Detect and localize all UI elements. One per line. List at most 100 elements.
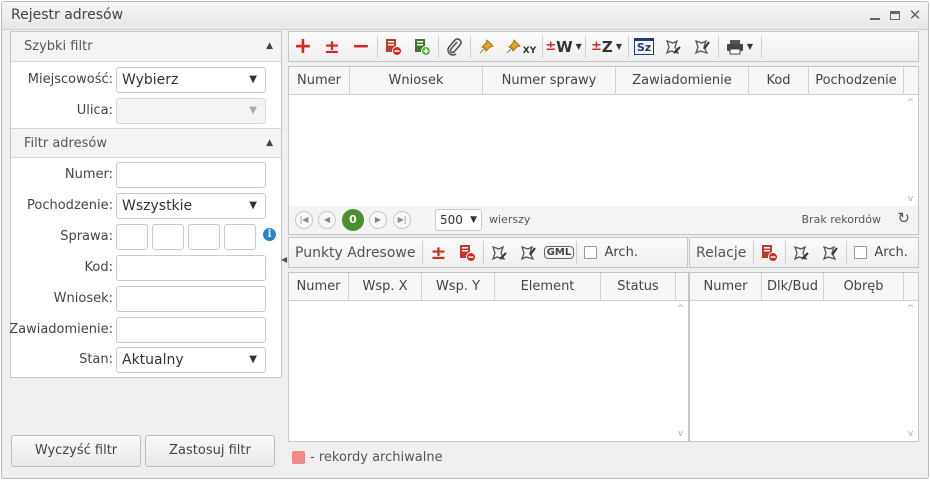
points-toolbar: Punkty Adresowe ± GML Arch. [288, 237, 688, 268]
scrollbar[interactable]: ^ v [903, 96, 918, 206]
delete-record-icon[interactable] [379, 32, 408, 61]
refresh-icon[interactable]: ↻ [897, 209, 910, 227]
scroll-down-icon[interactable]: v [903, 429, 918, 439]
points-grid-header: Numer Wsp. X Wsp. Y Element Status [289, 273, 688, 301]
case-part-4-input[interactable] [224, 224, 256, 250]
pin-xy-icon[interactable]: XY [501, 32, 541, 61]
sz-icon[interactable]: Sz [630, 32, 659, 61]
column-header[interactable]: Dlk/Bud [762, 273, 824, 300]
add-remove-icon[interactable]: ± [318, 32, 347, 61]
scroll-up-icon[interactable]: ^ [903, 98, 918, 108]
title-bar: Rejestr adresów ✕ [2, 2, 928, 30]
application-row: Wniosek: [11, 286, 281, 312]
city-select[interactable]: Wybierz ▼ [116, 67, 266, 93]
apply-filter-button[interactable]: Zastosuj filtr [145, 435, 275, 467]
prev-page-icon[interactable]: ◀ [318, 211, 336, 229]
column-header[interactable]: Pochodzenie [809, 67, 904, 94]
sort-z-label: Z [601, 37, 613, 56]
column-header[interactable]: Kod [749, 67, 809, 94]
scrollbar[interactable]: ^ v [903, 302, 918, 441]
scroll-up-icon[interactable]: ^ [903, 304, 918, 314]
sort-z-icon[interactable]: ± Z ▼ [587, 32, 627, 61]
gml-icon[interactable]: GML [543, 238, 575, 267]
column-header[interactable]: Status [601, 273, 676, 300]
number-input[interactable] [116, 162, 266, 188]
info-icon[interactable]: i [263, 228, 276, 241]
scroll-down-icon[interactable]: v [673, 429, 688, 439]
code-row: Kod: [11, 255, 281, 281]
quick-filter-header[interactable]: Szybki filtr ▲ [11, 32, 281, 62]
page-size-select[interactable]: 500 ▼ [435, 209, 482, 231]
scroll-down-icon[interactable]: v [903, 194, 918, 204]
case-row: Sprawa: i [11, 224, 281, 250]
add-record-icon[interactable] [408, 32, 437, 61]
state-value: Aktualny [122, 352, 184, 368]
pin-icon[interactable] [472, 32, 501, 61]
column-header[interactable]: Wsp. X [349, 273, 422, 300]
case-part-2-input[interactable] [152, 224, 184, 250]
scrollbar[interactable]: ^ v [673, 302, 688, 441]
collapse-up-icon[interactable]: ▲ [266, 32, 273, 61]
collapse-left-icon[interactable]: ◀ [281, 255, 287, 264]
column-header[interactable]: Zawiadomienie [616, 67, 749, 94]
last-page-icon[interactable]: ▶| [393, 211, 411, 229]
sort-w-icon[interactable]: ± W ▼ [544, 32, 584, 61]
chevron-down-icon: ▼ [249, 105, 257, 116]
case-part-1-input[interactable] [116, 224, 148, 250]
street-select[interactable]: ▼ [116, 98, 266, 124]
relations-archive-checkbox[interactable]: Arch. [848, 238, 913, 267]
current-page[interactable]: 0 [342, 209, 364, 231]
relations-toolbar: Relacje Arch. [689, 237, 919, 268]
collapse-up-icon[interactable]: ▲ [266, 129, 273, 158]
application-input[interactable] [116, 286, 266, 312]
remove-icon[interactable]: − [347, 32, 376, 61]
chevron-down-icon: ▼ [249, 354, 257, 365]
points-archive-checkbox[interactable]: Arch. [578, 238, 643, 267]
column-header[interactable]: Numer sprawy [483, 67, 616, 94]
address-filter-header[interactable]: Filtr adresów ▲ [11, 128, 281, 158]
column-header[interactable]: Element [495, 273, 601, 300]
origin-select[interactable]: Wszystkie ▼ [116, 193, 266, 219]
first-page-icon[interactable]: |◀ [295, 211, 313, 229]
column-header[interactable]: Numer [289, 273, 349, 300]
column-header[interactable]: Wniosek [350, 67, 483, 94]
notification-input[interactable] [116, 317, 266, 343]
origin-row: Pochodzenie: Wszystkie ▼ [11, 193, 281, 219]
case-part-3-input[interactable] [188, 224, 220, 250]
checkbox-icon[interactable] [584, 246, 598, 259]
maximize-icon[interactable] [888, 9, 902, 23]
case-label: Sprawa: [60, 229, 113, 244]
window-title: Rejestr adresów [11, 7, 124, 23]
column-header[interactable]: Numer [289, 67, 350, 94]
state-select[interactable]: Aktualny ▼ [116, 347, 266, 373]
column-header[interactable]: Numer [690, 273, 762, 300]
notification-row: Zawiadomienie: [9, 317, 281, 343]
column-header[interactable]: Obręb [824, 273, 904, 300]
relations-grid: Numer Dlk/Bud Obręb ^ v [689, 272, 919, 442]
sz-label: Sz [633, 38, 655, 55]
attachment-icon[interactable] [440, 32, 469, 61]
add-remove-icon[interactable]: ± [424, 238, 453, 267]
delete-record-icon[interactable] [453, 238, 482, 267]
close-icon[interactable]: ✕ [908, 8, 922, 23]
print-icon[interactable]: ▼ [720, 32, 760, 61]
points-title: Punkty Adresowe [295, 244, 416, 261]
edit-geometry-icon[interactable] [787, 238, 816, 267]
edit-geometry-alt-icon[interactable] [514, 238, 543, 267]
city-label: Miejscowość: [27, 72, 113, 87]
edit-geometry-alt-icon[interactable] [688, 32, 717, 61]
number-row: Numer: [11, 162, 281, 188]
edit-geometry-alt-icon[interactable] [816, 238, 845, 267]
clear-filter-button[interactable]: Wyczyść filtr [11, 435, 141, 467]
minimize-icon[interactable] [868, 9, 882, 23]
checkbox-icon[interactable] [854, 246, 868, 259]
code-input[interactable] [116, 255, 266, 281]
scroll-up-icon[interactable]: ^ [673, 304, 688, 314]
next-page-icon[interactable]: ▶ [369, 211, 387, 229]
points-grid: Numer Wsp. X Wsp. Y Element Status ^ v [288, 272, 689, 442]
edit-geometry-icon[interactable] [659, 32, 688, 61]
edit-geometry-icon[interactable] [485, 238, 514, 267]
add-icon[interactable]: + [289, 32, 318, 61]
delete-record-icon[interactable] [755, 238, 784, 267]
column-header[interactable]: Wsp. Y [422, 273, 495, 300]
